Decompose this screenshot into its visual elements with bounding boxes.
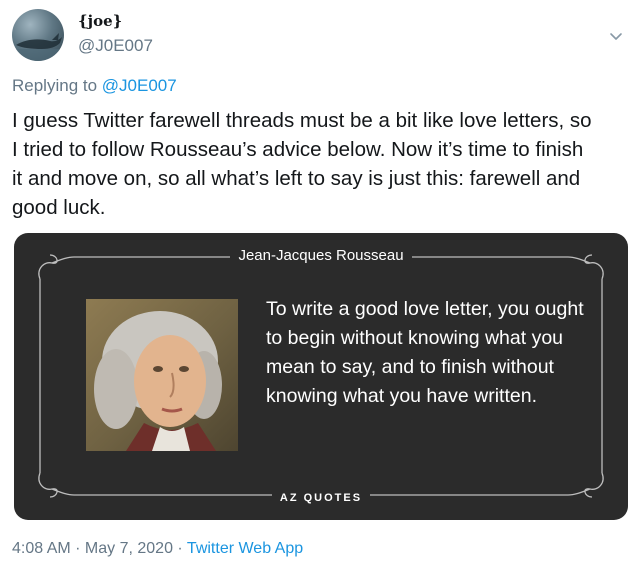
rousseau-portrait-icon [94,311,222,451]
tweet-timestamp: 4:08 AM · May 7, 2020 · Twitter Web App [12,540,303,558]
replying-to-label: Replying to [12,76,98,95]
quote-author-label: Jean-Jacques Rousseau [230,247,412,264]
display-name[interactable]: {joe} [78,12,122,30]
quote-image-card[interactable]: Jean-Jacques Rousseau To write a good lo… [14,233,628,520]
tweet-time[interactable]: 4:08 AM [12,540,71,557]
whale-avatar-icon [12,33,64,61]
user-handle[interactable]: @J0E007 [78,36,153,56]
replying-to: Replying to @J0E007 [12,76,177,96]
brand-label: AZ QUOTES [271,492,371,504]
avatar[interactable] [12,9,64,61]
quote-text: To write a good love letter, you ought t… [266,298,584,407]
chevron-down-icon[interactable] [608,28,624,44]
brand-logo: AZ QUOTES [14,488,628,506]
quote-author: Jean-Jacques Rousseau [14,247,628,265]
source-link[interactable]: Twitter Web App [187,540,303,557]
mention-link[interactable]: @J0E007 [102,76,177,95]
separator: · [70,540,85,557]
portrait-image [86,299,238,451]
separator: · [172,540,187,557]
tweet-date[interactable]: May 7, 2020 [85,540,173,557]
tweet-text: I guess Twitter farewell threads must be… [12,109,592,219]
